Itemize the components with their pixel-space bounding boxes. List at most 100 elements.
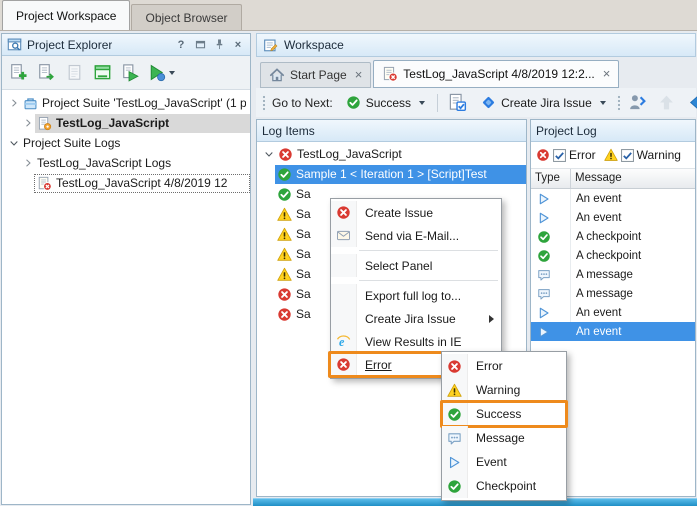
log-row[interactable]: A checkpoint [531, 227, 695, 246]
log-row-message: A checkpoint [571, 246, 695, 265]
warning-icon [277, 227, 292, 242]
menu-item-warning[interactable]: Warning [442, 378, 566, 402]
pin-button[interactable] [212, 38, 226, 52]
tree-item[interactable]: Project Suite Logs [2, 133, 250, 153]
tree-item[interactable]: Sample 1 < Iteration 1 > [Script]Test [257, 164, 526, 184]
go-to-next-label: Go to Next: [269, 96, 336, 110]
log-row[interactable]: An event [531, 189, 695, 208]
tree-item[interactable]: Project Suite 'TestLog_JavaScript' (1 pr… [2, 93, 250, 113]
chevron-right-icon[interactable] [6, 96, 21, 111]
tree-item[interactable]: TestLog_JavaScript [257, 144, 526, 164]
submenu-arrow-icon [489, 315, 494, 323]
event-icon [537, 306, 551, 320]
project-explorer-tree: Project Suite 'TestLog_JavaScript' (1 pr… [2, 90, 250, 504]
close-icon[interactable]: × [603, 69, 611, 79]
log-row[interactable]: An event [531, 303, 695, 322]
checkbox-checked-icon[interactable] [553, 149, 566, 162]
tree-item-content: Project Suite 'TestLog_JavaScript' (1 pr… [21, 94, 250, 113]
float-button[interactable] [193, 38, 207, 52]
menu-item-create-jira-issue[interactable]: Create Jira Issue [331, 307, 501, 330]
error-icon [447, 359, 462, 374]
add-new-item-button[interactable] [5, 59, 32, 86]
menu-item-success[interactable]: Success [442, 402, 566, 426]
menu-item-export-full-log-to[interactable]: Export full log to... [331, 284, 501, 307]
project-log-header: Project Log [531, 120, 695, 142]
menu-item-send-via-e-mail[interactable]: Send via E-Mail... [331, 224, 501, 247]
filter-error[interactable]: Error [536, 148, 596, 162]
create-jira-issue-dropdown[interactable]: Create Jira Issue [475, 91, 612, 115]
tab-label: TestLog_JavaScript 4/8/2019 12:2... [403, 67, 594, 81]
menu-item-icon-area [442, 354, 468, 378]
event-icon [537, 211, 551, 225]
tab-start-page[interactable]: Start Page× [260, 62, 371, 88]
toolbar-separator [437, 94, 438, 112]
log-row[interactable]: An event [531, 208, 695, 227]
menu-item-error[interactable]: Error [442, 354, 566, 378]
project-explorer-panel: Project Explorer ?× Project Suite 'TestL… [1, 33, 251, 505]
error-icon [278, 147, 293, 162]
ie-icon: e [336, 334, 351, 349]
menu-item-icon-area [442, 378, 468, 402]
tree-item[interactable]: TestLog_JavaScript Logs [2, 153, 250, 173]
log-row[interactable]: A checkpoint [531, 246, 695, 265]
log-row[interactable]: A message [531, 284, 695, 303]
tab-project-workspace[interactable]: Project Workspace [2, 0, 130, 30]
checkpoint-icon [447, 479, 462, 494]
column-header-type[interactable]: Type [531, 169, 571, 188]
panel-organize-button[interactable] [89, 59, 116, 86]
create-jira-issue-label: Create Jira Issue [501, 96, 592, 110]
workspace-toolbar: Go to Next: Success Create Jira Issue [256, 88, 696, 117]
filter-submenu: ErrorWarningSuccessMessageEventCheckpoin… [441, 351, 567, 501]
menu-item-create-issue[interactable]: Create Issue [331, 201, 501, 224]
tree-item-label: TestLog_JavaScript [56, 116, 169, 130]
column-header-message[interactable]: Message [571, 169, 695, 188]
log-row[interactable]: An event [531, 322, 695, 341]
tree-item-label: Sa [296, 287, 311, 301]
tab-object-browser[interactable]: Object Browser [131, 4, 241, 30]
jira-person-button[interactable] [624, 89, 651, 116]
log-items-header: Log Items [257, 120, 526, 142]
tree-item-label: TestLog_JavaScript Logs [37, 156, 171, 170]
tree-item[interactable]: TestLog_JavaScript 4/8/2019 12 [2, 173, 250, 193]
filter-warning[interactable]: Warning [604, 148, 681, 162]
run-test-button[interactable] [145, 59, 177, 86]
run-project-button[interactable] [117, 59, 144, 86]
up-arrow-icon [657, 93, 676, 112]
chevron-down-icon[interactable] [261, 147, 276, 162]
chevron-right-icon[interactable] [20, 156, 35, 171]
tree-item-label: TestLog_JavaScript 4/8/2019 12 [56, 176, 227, 190]
project-log-filter-bar: Error Warning [531, 142, 695, 169]
menu-item-select-panel[interactable]: Select Panel [331, 254, 501, 277]
up-arrow-button[interactable] [653, 89, 680, 116]
create-issue-button[interactable] [444, 89, 471, 116]
chevron-right-icon[interactable] [20, 116, 35, 131]
tree-item-label: Sa [296, 267, 311, 281]
warning-icon [447, 383, 462, 398]
error-icon [336, 357, 351, 372]
checkbox-checked-icon[interactable] [621, 149, 634, 162]
message-icon [537, 268, 551, 282]
log-row[interactable]: A message [531, 265, 695, 284]
menu-item-checkpoint[interactable]: Checkpoint [442, 474, 566, 498]
add-existing-item-button[interactable] [33, 59, 60, 86]
project-log-title: Project Log [536, 124, 597, 138]
tab-testlog-javascript-4-8-2019-12-2[interactable]: TestLog_JavaScript 4/8/2019 12:2... × [373, 60, 619, 88]
error-icon [536, 148, 550, 162]
help-button[interactable]: ? [174, 38, 188, 52]
log-row-message: A message [571, 265, 695, 284]
error-icon [336, 205, 351, 220]
workspace-header: Workspace [256, 33, 696, 57]
tree-item[interactable]: TestLog_JavaScript [2, 113, 250, 133]
menu-item-event[interactable]: Event [442, 450, 566, 474]
menu-item-view-results-in-ie[interactable]: eView Results in IE [331, 330, 501, 353]
menu-item-message[interactable]: Message [442, 426, 566, 450]
chevron-down-icon[interactable] [6, 136, 21, 151]
tree-item-label: Sa [296, 307, 311, 321]
navigate-back-button[interactable] [684, 89, 697, 116]
tree-item-content: TestLog_JavaScript [276, 145, 526, 164]
close-button[interactable]: × [231, 38, 245, 52]
go-to-next-dropdown[interactable]: Success [340, 91, 431, 115]
dropdown-caret-icon [169, 71, 175, 75]
close-icon[interactable]: × [355, 70, 363, 80]
new-document-button[interactable] [61, 59, 88, 86]
